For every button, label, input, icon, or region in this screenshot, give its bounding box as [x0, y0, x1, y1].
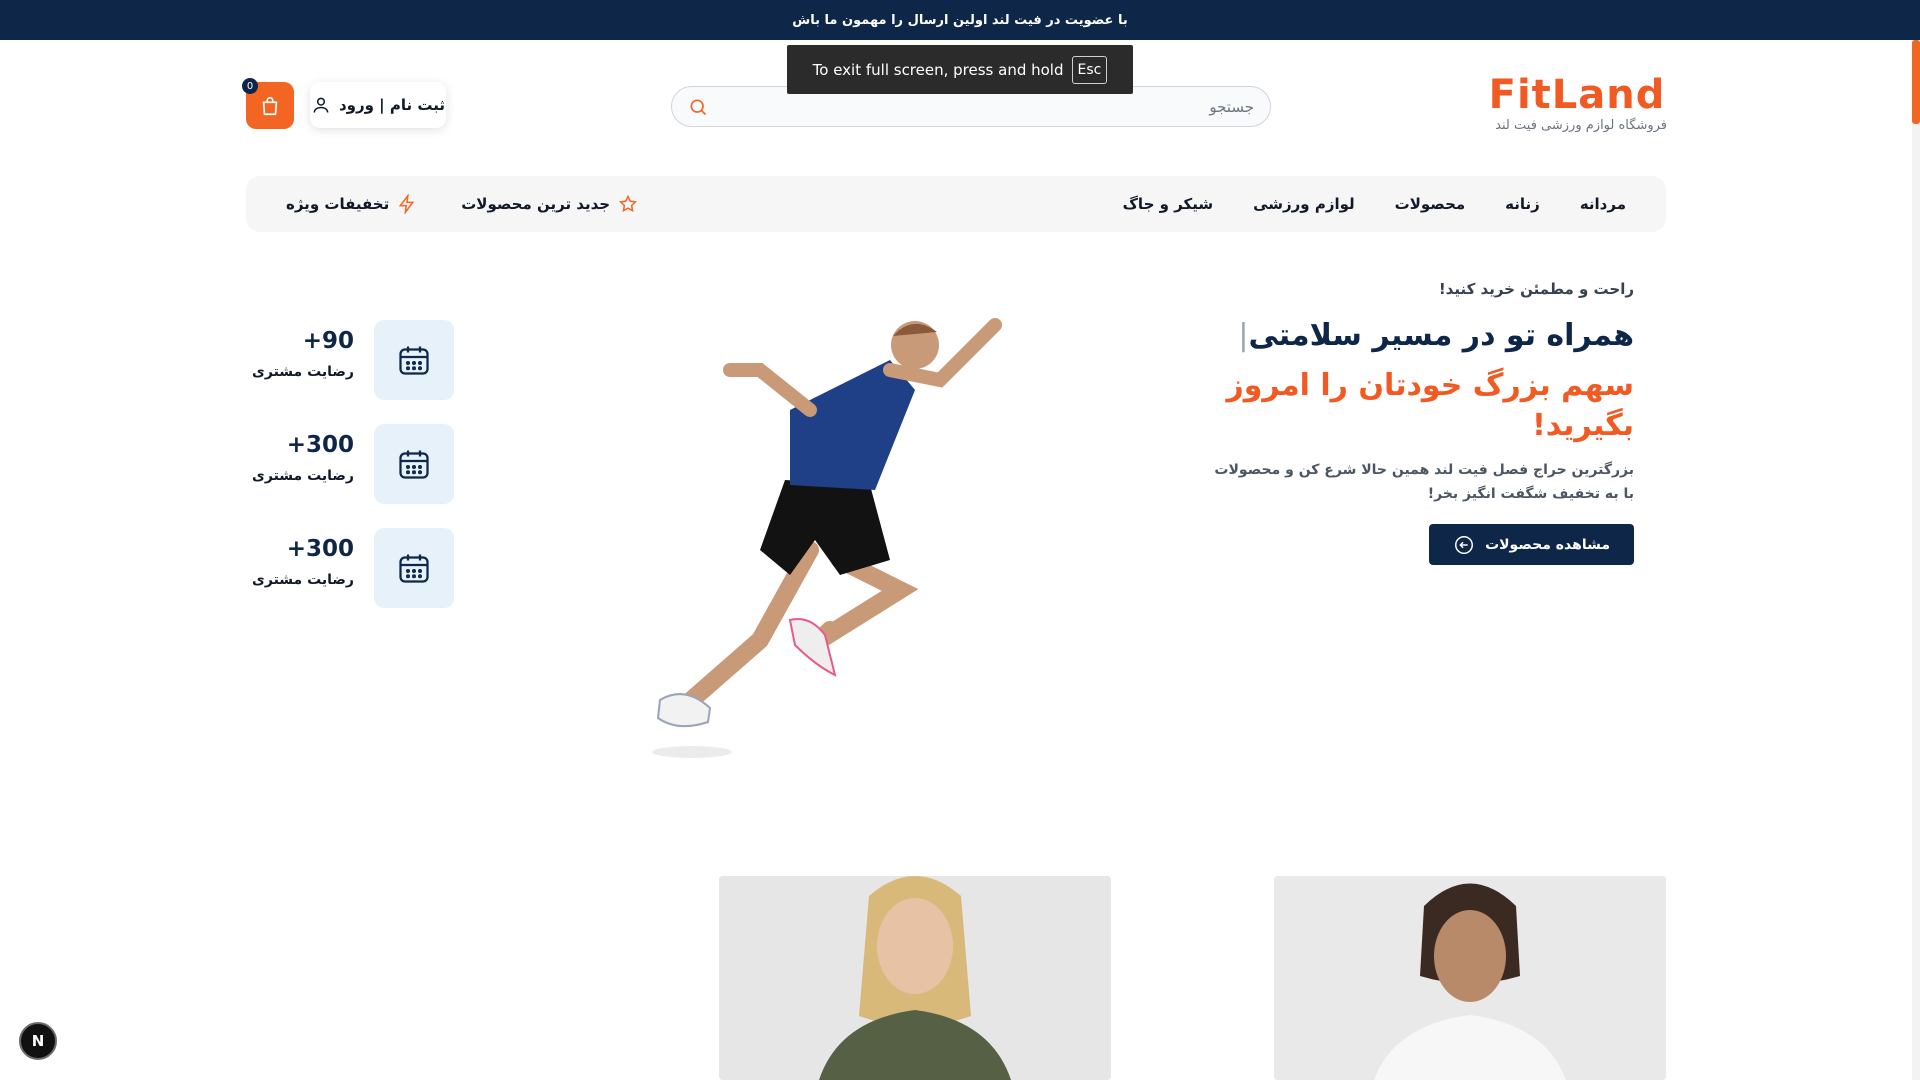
hero-subtitle: سهم بزرگ خودتان را امروز بگیرید! [1226, 368, 1634, 443]
hero-section: راحت و مطمئن خرید کنید! همراه تو در مسیر… [1214, 280, 1634, 565]
fullscreen-notice: To exit full screen, press and hold Esc [787, 45, 1133, 94]
product-card[interactable] [1274, 876, 1666, 1080]
login-register-label: ثبت نام | ورود [338, 96, 446, 114]
hero-description: بزرگترین حراج فصل فیت لند همین حالا شرع … [1214, 462, 1634, 502]
stat-value: +300 [286, 432, 354, 458]
fullscreen-notice-text: To exit full screen, press and hold [812, 60, 1064, 79]
search-icon[interactable] [688, 97, 708, 117]
stat-value: +90 [302, 328, 354, 354]
lightning-icon [399, 194, 415, 214]
hero-title-text: همراه تو در مسیر سلامتی [1248, 318, 1634, 353]
announcement-text: با عضویت در فیت لند اولین ارسال را مهمون… [792, 12, 1128, 28]
nav-special-links: تخفیفات ویژه جدید ترین محصولات [286, 176, 638, 232]
star-icon [619, 194, 638, 212]
shopping-bag-icon [262, 96, 278, 115]
product-image [719, 876, 1111, 1080]
calendar-icon [399, 450, 429, 479]
typing-caret: | [1238, 318, 1249, 353]
stat-icon-box [374, 424, 454, 504]
stat-icon-box [374, 320, 454, 400]
nav-deals-label: تخفیفات ویژه [286, 195, 390, 213]
user-icon [313, 97, 329, 113]
nav-newest-label: جدید ترین محصولات [461, 195, 611, 213]
stat-card: +90 رضایت مشتری [252, 320, 454, 400]
logo-subtitle: فروشگاه لوازم ورزشی فیت لند [1495, 118, 1667, 133]
esc-key-hint: Esc [1071, 55, 1108, 84]
nav-item-sport-equipment[interactable]: لوازم ورزشی [1253, 195, 1355, 213]
logo-wordmark: FitLand [1488, 72, 1666, 118]
view-products-label: مشاهده محصولات [1485, 536, 1610, 553]
calendar-icon [399, 346, 429, 375]
arrow-left-circle-icon [1455, 535, 1474, 554]
nav-item-women[interactable]: زنانه [1505, 195, 1540, 213]
site-logo[interactable]: FitLand فروشگاه لوازم ورزشی فیت لند [1487, 74, 1667, 133]
login-register-button[interactable]: ثبت نام | ورود [310, 82, 446, 128]
nav-categories: مردانه زنانه محصولات لوازم ورزشی شیکر و … [1123, 176, 1626, 232]
search-input[interactable]: جستجو [1209, 98, 1254, 116]
stat-label: رضایت مشتری [252, 572, 354, 588]
product-card[interactable] [719, 876, 1111, 1080]
cart-count-badge: 0 [242, 78, 258, 94]
stat-label: رضایت مشتری [252, 468, 354, 484]
nav-newest-link[interactable]: جدید ترین محصولات [461, 194, 638, 214]
calendar-icon [399, 554, 429, 583]
nav-item-men[interactable]: مردانه [1580, 195, 1626, 213]
hero-eyebrow: راحت و مطمئن خرید کنید! [1438, 280, 1634, 298]
main-navigation: مردانه زنانه محصولات لوازم ورزشی شیکر و … [246, 176, 1666, 232]
stat-label: رضایت مشتری [252, 364, 354, 380]
floating-n-button[interactable]: N [19, 1022, 57, 1060]
nav-item-products[interactable]: محصولات [1395, 195, 1466, 213]
nav-deals-link[interactable]: تخفیفات ویژه [286, 194, 417, 214]
scrollbar-track[interactable] [1912, 40, 1920, 1080]
scrollbar-thumb[interactable] [1912, 40, 1920, 124]
nav-item-shaker-jug[interactable]: شیکر و جاگ [1123, 195, 1214, 213]
stat-icon-box [374, 528, 454, 608]
product-image [1274, 876, 1666, 1080]
stat-card: +300 رضایت مشتری [252, 424, 454, 504]
stat-card: +300 رضایت مشتری [252, 528, 454, 608]
hero-title: همراه تو در مسیر سلامتی| [1214, 316, 1634, 356]
announcement-bar: با عضویت در فیت لند اولین ارسال را مهمون… [0, 0, 1920, 40]
stat-value: +300 [286, 536, 354, 562]
view-products-button[interactable]: مشاهده محصولات [1429, 524, 1634, 565]
hero-runner-image [652, 318, 1002, 758]
